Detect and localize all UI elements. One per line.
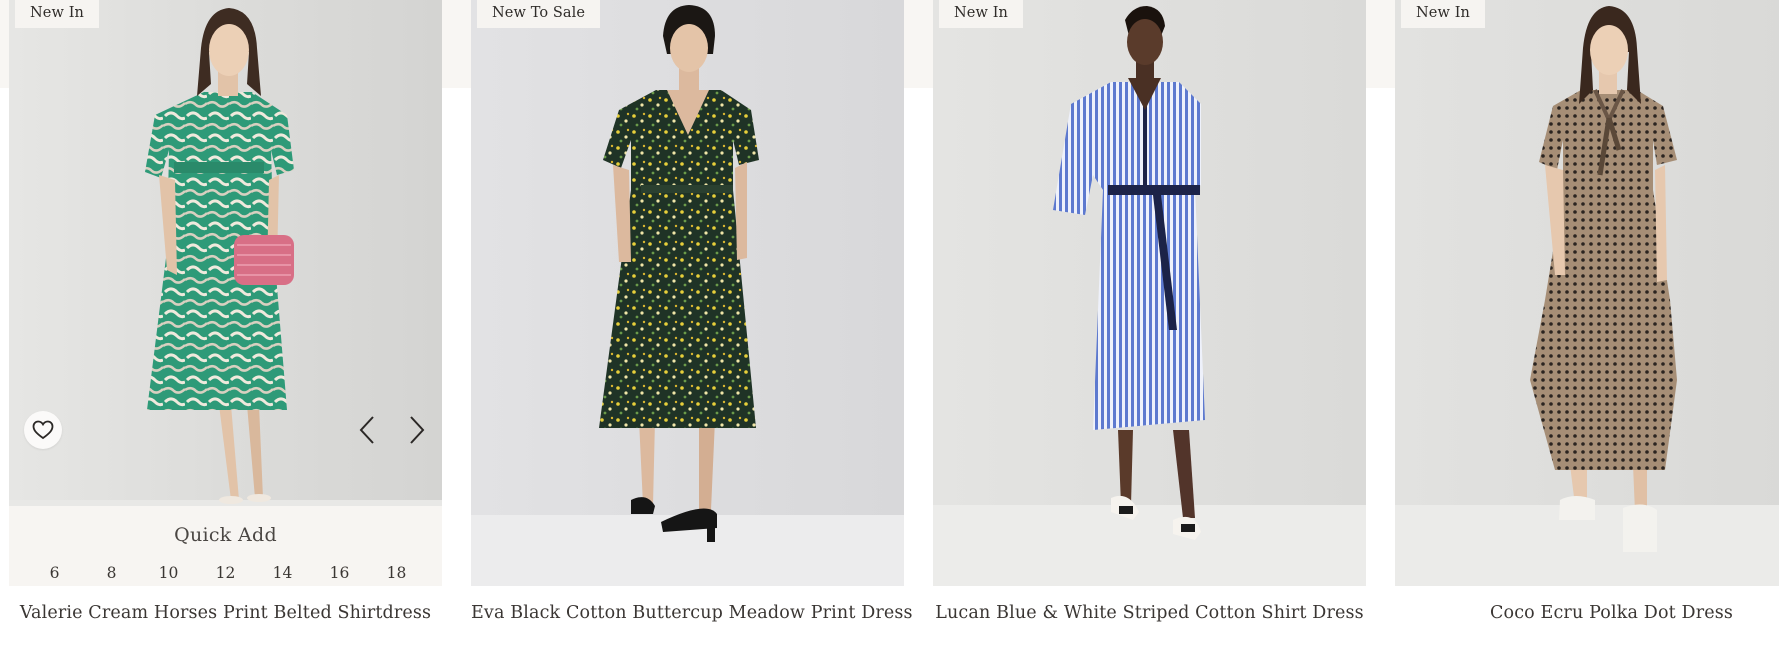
size-option[interactable]: 8 (83, 564, 140, 582)
product-photo-valerie (9, 0, 442, 586)
chevron-left-icon (359, 416, 374, 444)
product-title[interactable]: Valerie Cream Horses Print Belted Shirtd… (9, 603, 442, 623)
quick-add-panel: Quick Add 6 8 10 12 14 16 18 (9, 506, 442, 586)
product-grid: New In Quick Add 6 8 10 12 14 16 18 Vale… (0, 0, 1779, 647)
product-photo-lucan (933, 0, 1366, 586)
product-image[interactable]: New In (1395, 0, 1779, 586)
size-option[interactable]: 10 (140, 564, 197, 582)
product-title[interactable]: Eva Black Cotton Buttercup Meadow Print … (471, 603, 913, 623)
product-title[interactable]: Coco Ecru Polka Dot Dress (1395, 603, 1779, 623)
add-to-wishlist-button[interactable] (24, 411, 62, 449)
next-image-button[interactable] (402, 414, 432, 446)
size-option[interactable]: 12 (197, 564, 254, 582)
chevron-right-icon (410, 416, 425, 444)
product-photo-coco (1395, 0, 1779, 586)
product-card[interactable]: New In Lucan Blue & White Striped Cotton… (933, 0, 1366, 623)
product-title[interactable]: Lucan Blue & White Striped Cotton Shirt … (933, 603, 1366, 623)
previous-image-button[interactable] (352, 414, 382, 446)
product-badge: New In (15, 0, 99, 28)
product-card[interactable]: New To Sale Eva Black Cotton Buttercup M… (471, 0, 913, 623)
size-option[interactable]: 6 (26, 564, 83, 582)
product-image[interactable]: New In Quick Add 6 8 10 12 14 16 18 (9, 0, 442, 586)
size-option[interactable]: 18 (368, 564, 425, 582)
size-option[interactable]: 14 (254, 564, 311, 582)
product-image[interactable]: New In (933, 0, 1366, 586)
heart-icon (32, 420, 54, 440)
size-option[interactable]: 16 (311, 564, 368, 582)
product-card[interactable]: New In Coco Ecru Polka Dot Dress (1395, 0, 1779, 623)
product-badge: New In (939, 0, 1023, 28)
product-card[interactable]: New In Quick Add 6 8 10 12 14 16 18 Vale… (9, 0, 442, 623)
product-image[interactable]: New To Sale (471, 0, 904, 586)
product-badge: New In (1401, 0, 1485, 28)
size-selector: 6 8 10 12 14 16 18 (9, 564, 442, 582)
product-photo-eva (471, 0, 904, 586)
product-badge: New To Sale (477, 0, 601, 28)
quick-add-label: Quick Add (174, 524, 277, 546)
